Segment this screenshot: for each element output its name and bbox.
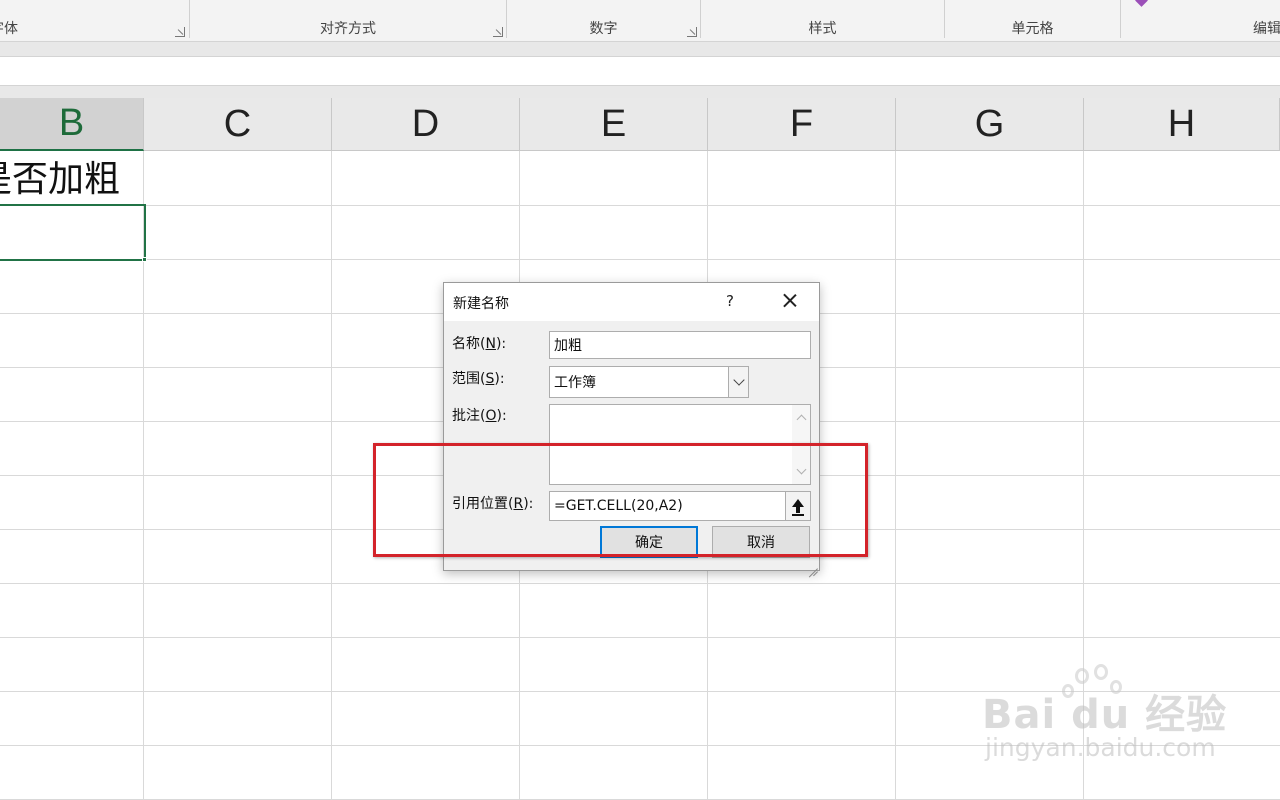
- scope-dropdown-button[interactable]: [728, 367, 748, 397]
- number-dialog-launcher-icon[interactable]: [687, 27, 697, 37]
- close-icon[interactable]: [779, 290, 801, 312]
- column-header-g[interactable]: G: [896, 98, 1084, 151]
- formula-bar[interactable]: [0, 56, 1280, 86]
- ribbon-group-styles-label: 样式: [808, 21, 837, 37]
- column-header-f[interactable]: F: [708, 98, 896, 151]
- highlight-annotation-box: [373, 443, 868, 557]
- ribbon-group-styles: 样式: [701, 0, 944, 42]
- ribbon-group-cells: 单元格: [945, 0, 1120, 42]
- column-header-c[interactable]: C: [144, 98, 332, 151]
- grid-line: [0, 259, 1280, 260]
- resize-grip-icon[interactable]: [808, 559, 818, 569]
- ribbon: 字体 对齐方式 数字 样式 单元格 编辑: [0, 0, 1280, 42]
- ribbon-group-number-label: 数字: [589, 21, 618, 37]
- ribbon-group-editing: 编辑: [1121, 0, 1280, 42]
- alignment-dialog-launcher-icon[interactable]: [493, 27, 503, 37]
- name-input[interactable]: 加粗: [549, 331, 811, 359]
- column-header-b[interactable]: B: [0, 98, 144, 151]
- ribbon-group-number: 数字: [507, 0, 700, 42]
- name-label: 名称(N):: [452, 336, 507, 352]
- column-header-e[interactable]: E: [520, 98, 708, 151]
- cell-b1[interactable]: 是否加粗: [0, 155, 144, 205]
- chevron-down-icon: [732, 374, 745, 386]
- ribbon-group-font: 字体: [0, 0, 188, 42]
- watermark-paw-icon: [1094, 664, 1108, 680]
- grid-line: [0, 205, 1280, 206]
- dialog-titlebar[interactable]: 新建名称 ?: [444, 283, 819, 321]
- name-input-value: 加粗: [554, 338, 582, 354]
- fill-handle[interactable]: [142, 257, 147, 262]
- ribbon-group-editing-label: 编辑: [1253, 21, 1280, 37]
- comment-label: 批注(O):: [452, 408, 507, 424]
- watermark-url: jingyan.baidu.com: [985, 733, 1216, 762]
- formula-bar-gap: [0, 86, 1280, 98]
- help-button[interactable]: ?: [726, 292, 734, 310]
- watermark-logo: Bai du 经验: [982, 692, 1228, 738]
- active-cell-b2[interactable]: [0, 204, 146, 261]
- ribbon-group-alignment-label: 对齐方式: [320, 21, 376, 37]
- font-dialog-launcher-icon[interactable]: [175, 27, 185, 37]
- grid-line: [0, 583, 1280, 584]
- dialog-title: 新建名称: [453, 296, 509, 312]
- scope-select-value: 工作簿: [554, 375, 596, 391]
- grid-line: [0, 637, 1280, 638]
- ribbon-gap: [0, 42, 1280, 56]
- scope-select[interactable]: 工作簿: [549, 366, 749, 398]
- ribbon-group-alignment: 对齐方式: [190, 0, 506, 42]
- column-header-h[interactable]: H: [1084, 98, 1280, 151]
- column-header-d[interactable]: D: [332, 98, 520, 151]
- scope-label: 范围(S):: [452, 371, 505, 387]
- ribbon-group-cells-label: 单元格: [1011, 21, 1054, 37]
- ribbon-group-font-label: 字体: [0, 21, 18, 37]
